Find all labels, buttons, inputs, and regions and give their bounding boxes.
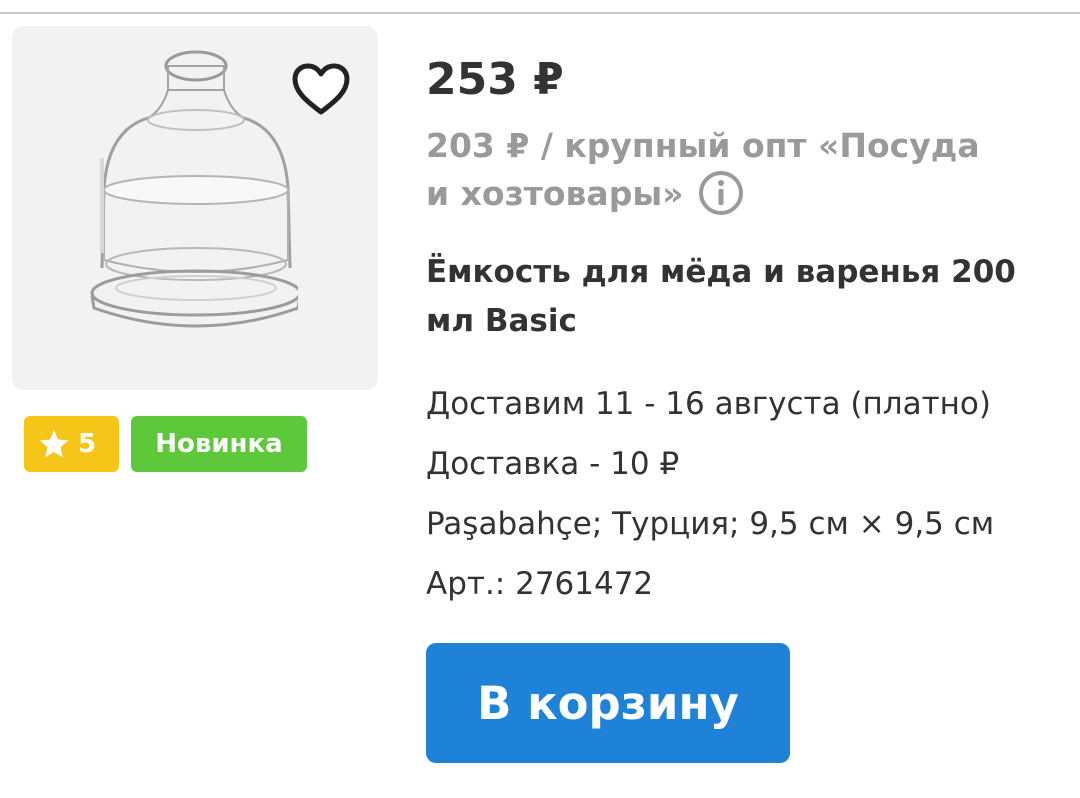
star-icon [39,430,69,458]
product-card: 5 Новинка 253 ₽ 203 ₽ / крупный опт «Пос… [0,0,1080,798]
favorite-button[interactable] [290,60,352,118]
product-title[interactable]: Ёмкость для мёда и варенья 200 мл Basic [426,248,1036,346]
badges: 5 Новинка [24,416,307,472]
new-badge: Новинка [131,416,307,472]
heart-outline-icon [292,63,350,115]
delivery-date: Доставим 11 - 16 августа (платно) [426,386,991,422]
article-number: Арт.: 2761472 [426,566,654,602]
add-to-cart-button[interactable]: В корзину [426,643,790,763]
info-button[interactable] [697,169,745,217]
price: 253 ₽ [426,54,564,105]
info-circle-icon [699,170,744,215]
product-image [90,50,298,328]
new-badge-label: Новинка [155,429,283,459]
rating-value: 5 [78,429,97,459]
product-specs: Paşabahçe; Турция; 9,5 см × 9,5 см [426,506,995,542]
rating-badge: 5 [24,416,119,472]
wholesale-price: 203 ₽ / крупный опт «Посуда и хозтовары» [426,122,986,218]
delivery-cost: Доставка - 10 ₽ [426,446,680,482]
